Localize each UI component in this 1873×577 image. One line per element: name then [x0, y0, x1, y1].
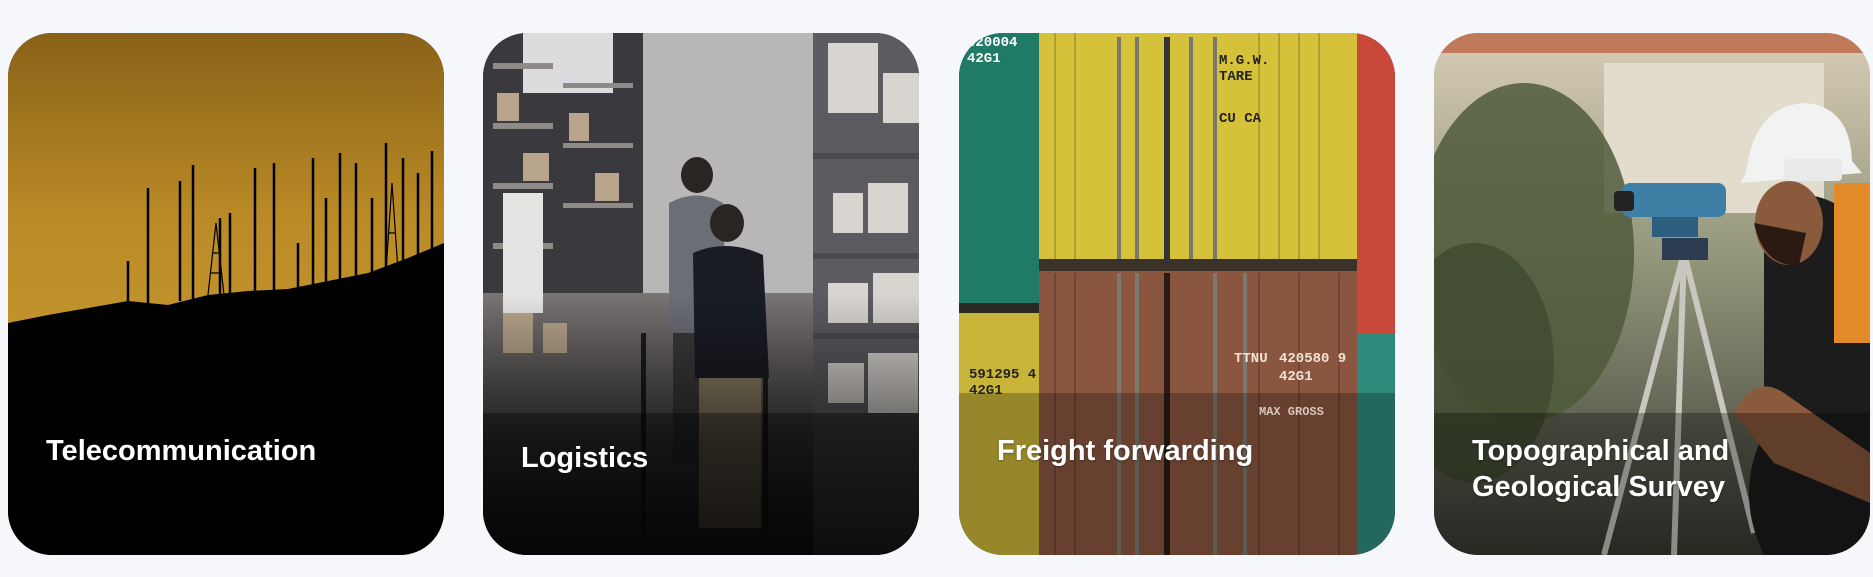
container-code: 420580 9: [1279, 351, 1347, 367]
service-card-telecommunication[interactable]: Telecommunication: [8, 33, 444, 555]
service-card-logistics[interactable]: Logistics: [483, 33, 919, 555]
container-code: TARE: [1219, 69, 1253, 85]
container-code: TTNU: [1234, 351, 1268, 367]
image-shade: [483, 295, 919, 555]
container-code: 42G1: [969, 383, 1003, 399]
container-code: 42G1: [967, 51, 1001, 67]
shipping-containers-image: [959, 33, 1395, 555]
card-title: Freight forwarding: [997, 435, 1254, 467]
card-title: Telecommunication: [46, 435, 317, 467]
container-code: 42G1: [1279, 369, 1313, 385]
service-card-freight-forwarding[interactable]: 420004 42G1 M.G.W. TARE CU CA 591295 4 4…: [959, 33, 1395, 555]
container-code: CU CA: [1219, 111, 1262, 127]
container-code: 420004: [967, 35, 1018, 51]
container-code: M.G.W.: [1219, 53, 1270, 69]
card-title: Topographical and Geological Survey: [1472, 435, 1730, 503]
container-code: 591295 4: [969, 367, 1037, 383]
container-code: MAX GROSS: [1259, 405, 1324, 419]
card-title: Logistics: [521, 442, 649, 474]
service-cards-row: Telecommunication Logistics 420004 42G1 …: [0, 0, 1873, 577]
telecom-towers-image: [8, 33, 444, 555]
service-card-topographical-geological-survey[interactable]: Topographical and Geological Survey: [1434, 33, 1870, 555]
